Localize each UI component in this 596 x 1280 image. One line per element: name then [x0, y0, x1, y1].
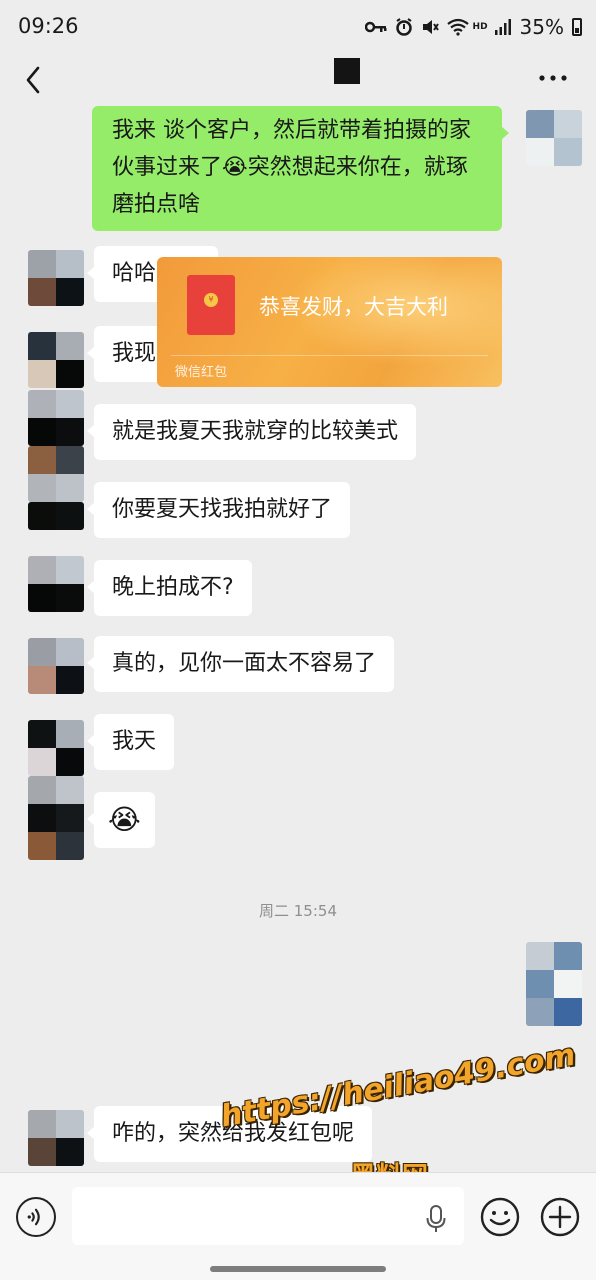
back-arrow-icon[interactable]: [22, 62, 46, 98]
home-indicator: [210, 1266, 386, 1272]
avatar-other[interactable]: [28, 804, 84, 860]
avatar-other[interactable]: [28, 502, 84, 530]
status-time: 09:26: [18, 14, 79, 38]
avatar-self[interactable]: [526, 110, 582, 166]
avatar-other[interactable]: [28, 1110, 84, 1166]
message-bubble-self[interactable]: 我来 谈个客户，然后就带着拍摄的家伙事过来了😭突然想起来你在，就琢磨拍点啥: [92, 106, 509, 231]
red-packet-title: 恭喜发财，大吉大利: [259, 295, 448, 319]
message-bubble-other[interactable]: 我天: [86, 714, 175, 770]
status-icons: HD 35%: [364, 14, 582, 40]
hd-icon: HD: [472, 22, 488, 32]
voice-icon[interactable]: [16, 1197, 56, 1237]
avatar-other[interactable]: [28, 638, 84, 694]
message-bubble-other[interactable]: 真的，见你一面太不容易了: [86, 636, 395, 692]
message-input[interactable]: [72, 1187, 464, 1245]
battery-icon: [572, 18, 582, 36]
avatar-other[interactable]: [28, 556, 84, 612]
red-packet-divider: [171, 355, 488, 356]
signal-icon: [494, 19, 511, 35]
emoji-icon[interactable]: [480, 1197, 520, 1237]
message-bubble-other[interactable]: 😭: [87, 792, 155, 848]
message-text: 我天: [112, 729, 157, 754]
message-text: 我来 谈个客户，然后就带着拍摄的家伙事过来了😭突然想起来你在，就琢磨拍点啥: [112, 118, 471, 217]
message-text: 你要夏天找我拍就好了: [112, 497, 333, 522]
chat-header: [0, 54, 596, 106]
input-bar: [0, 1172, 596, 1280]
message-bubble-other[interactable]: 你要夏天找我拍就好了: [86, 482, 351, 538]
chat-message-list[interactable]: 我来 谈个客户，然后就带着拍摄的家伙事过来了😭突然想起来你在，就琢磨拍点啥 哈哈…: [0, 106, 596, 1172]
red-envelope-icon: ¥: [187, 275, 235, 335]
red-packet-label: 微信红包: [175, 365, 228, 380]
alarm-icon: [395, 18, 412, 36]
more-dots-icon[interactable]: [538, 74, 568, 82]
message-text: 晚上拍成不?: [112, 575, 234, 600]
avatar-other[interactable]: [28, 250, 84, 306]
red-packet-message[interactable]: ¥ 恭喜发财，大吉大利 微信红包: [157, 257, 502, 387]
coin-icon: ¥: [204, 293, 218, 307]
plus-icon[interactable]: [540, 1197, 580, 1237]
redacted-contact-name: [334, 58, 360, 84]
message-text: 😭: [108, 803, 141, 836]
avatar-other[interactable]: [28, 720, 84, 776]
avatar-self[interactable]: [526, 942, 582, 1026]
avatar-other[interactable]: [28, 332, 84, 388]
key-icon: [364, 21, 387, 33]
status-bar: 09:26 HD 35%: [0, 0, 596, 54]
message-bubble-other[interactable]: 就是我夏天我就穿的比较美式: [86, 404, 417, 460]
mute-icon: [422, 20, 439, 34]
avatar-other[interactable]: [28, 446, 84, 502]
battery-percent: 35%: [519, 15, 564, 39]
message-text: 真的，见你一面太不容易了: [112, 651, 377, 676]
message-text: 就是我夏天我就穿的比较美式: [112, 419, 399, 444]
avatar-other[interactable]: [28, 390, 84, 446]
wifi-icon: [446, 18, 469, 36]
chat-timestamp: 周二 15:54: [259, 902, 337, 920]
message-bubble-other[interactable]: 晚上拍成不?: [87, 560, 252, 616]
microphone-icon[interactable]: [426, 1205, 446, 1233]
